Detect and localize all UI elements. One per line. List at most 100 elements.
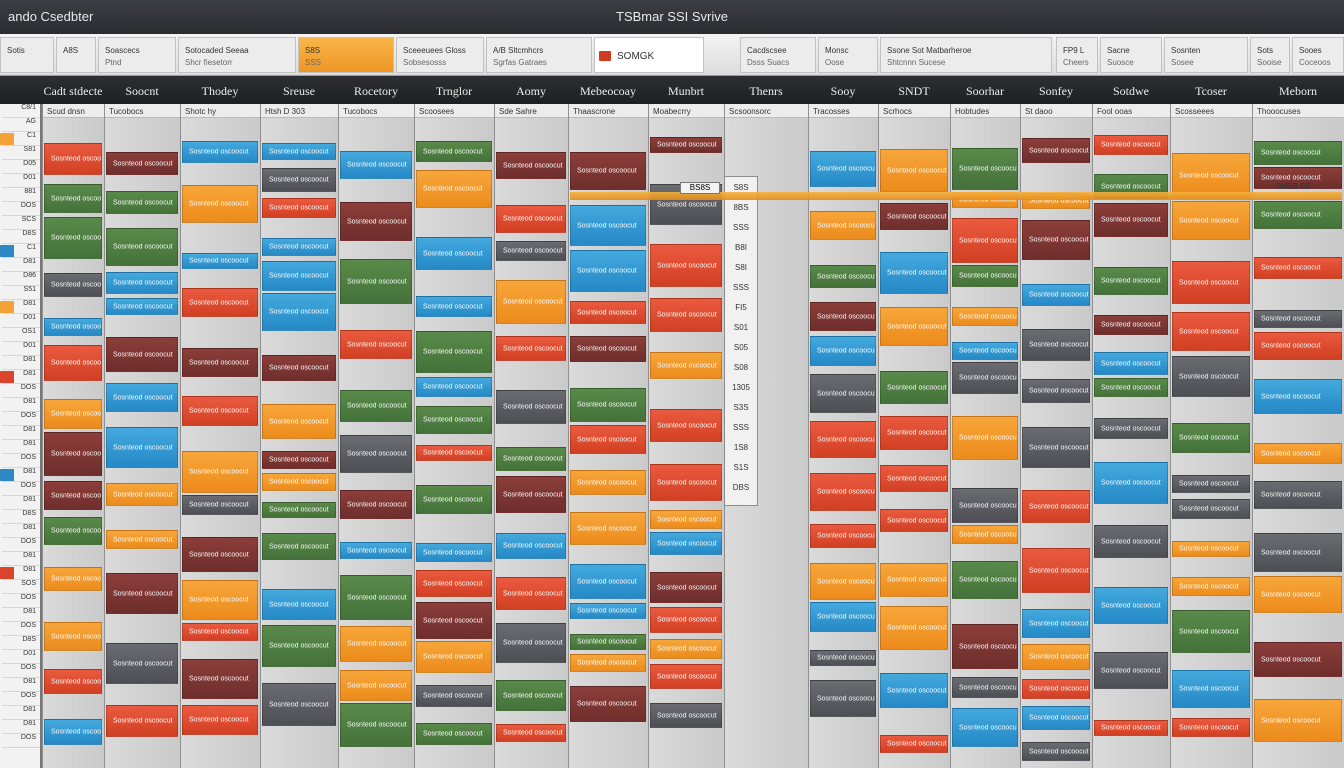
row-label[interactable]: DOS <box>2 384 40 398</box>
schedule-event[interactable]: Sosnteod oscoocut <box>1022 490 1090 523</box>
schedule-event[interactable]: Sosnteod oscoocut <box>262 355 336 381</box>
schedule-event[interactable]: Sosnteod oscoocut <box>570 250 646 292</box>
schedule-event[interactable]: Sosnteod oscoocut <box>262 293 336 331</box>
schedule-event[interactable]: Sosnteod oscoocut <box>810 602 876 632</box>
schedule-event[interactable]: Sosnteod oscoocut <box>650 244 722 287</box>
schedule-event[interactable]: Sosnteod oscoocut <box>650 298 722 332</box>
schedule-event[interactable]: Sosnteod oscoocut <box>496 447 566 471</box>
schedule-event[interactable]: Sosnteod oscoocut <box>810 473 876 511</box>
schedule-event[interactable]: Sosnteod oscoocut <box>1094 203 1168 237</box>
schedule-event[interactable]: Sosnteod oscoocut <box>44 273 102 297</box>
schedule-event[interactable]: Sosnteod oscoocut <box>106 483 178 506</box>
schedule-event[interactable]: Sosnteod oscoocut <box>182 705 258 735</box>
schedule-event[interactable]: Sosnteod oscoocut <box>810 421 876 458</box>
schedule-event[interactable]: Sosnteod oscoocut <box>1094 587 1168 624</box>
schedule-event[interactable]: Sosnteod oscoocut <box>952 561 1018 599</box>
schedule-event[interactable]: Sosnteod oscoocut <box>496 724 566 742</box>
schedule-event[interactable]: Sosnteod oscoocut <box>182 288 258 317</box>
toolbar-button-7[interactable]: SOMGK <box>594 37 704 73</box>
schedule-event[interactable]: Sosnteod oscoocut <box>416 570 492 597</box>
column-header[interactable]: Rocetory <box>338 84 414 99</box>
schedule-event[interactable]: Sosnteod oscoocut <box>650 703 722 728</box>
schedule-event[interactable]: Sosnteod oscoocut <box>1022 138 1090 163</box>
schedule-event[interactable]: Sosnteod oscoocut <box>496 280 566 324</box>
schedule-event[interactable]: Sosnteod oscoocut <box>1172 201 1250 240</box>
schedule-event[interactable]: Sosnteod oscoocut <box>1022 548 1090 593</box>
schedule-event[interactable]: Sosnteod oscoocut <box>44 217 102 259</box>
schedule-event[interactable]: Sosnteod oscoocut <box>1254 443 1342 464</box>
schedule-event[interactable]: Sosnteod oscoocut <box>496 336 566 361</box>
schedule-event[interactable]: Sosnteod oscoocut <box>44 345 102 381</box>
schedule-event[interactable]: Sosnteod oscoocut <box>650 664 722 689</box>
schedule-event[interactable]: Sosnteod oscoocut <box>1094 720 1168 736</box>
column-header[interactable]: Tcoser <box>1170 84 1252 99</box>
schedule-event[interactable]: Sosnteod oscoocut <box>496 241 566 261</box>
schedule-event[interactable]: Sosnteod oscoocut <box>570 470 646 495</box>
schedule-event[interactable]: Sosnteod oscoocut <box>416 723 492 745</box>
schedule-event[interactable]: Sosnteod oscoocut <box>262 451 336 469</box>
schedule-event[interactable]: Sosnteod oscoocut <box>1254 379 1342 414</box>
row-label[interactable]: D81 <box>2 552 40 566</box>
schedule-event[interactable]: Sosnteod oscoocut <box>416 237 492 270</box>
schedule-event[interactable]: Sosnteod oscoocut <box>810 211 876 240</box>
toolbar-button-13[interactable]: Sosnten Sosee <box>1164 37 1248 73</box>
schedule-event[interactable]: Sosnteod oscoocut <box>1172 541 1250 557</box>
schedule-event[interactable]: Sosnteod oscoocut <box>880 149 948 192</box>
row-label[interactable]: DOS <box>2 538 40 552</box>
row-label[interactable]: 881 <box>2 188 40 202</box>
toolbar-button-3[interactable]: Sotocaded Seeaa Shcr fiesetorr <box>178 37 296 73</box>
toolbar-button-4[interactable]: S8S SSS <box>298 37 394 73</box>
schedule-event[interactable]: Sosnteod oscoocut <box>340 490 412 519</box>
row-label[interactable]: D81 <box>2 608 40 622</box>
schedule-event[interactable]: Sosnteod oscoocut <box>106 705 178 737</box>
schedule-event[interactable]: Sosnteod oscoocut <box>106 298 178 315</box>
schedule-event[interactable]: Sosnteod oscoocut <box>1022 220 1090 260</box>
current-time-marker[interactable]: BS8S <box>680 182 720 194</box>
schedule-event[interactable]: Sosnteod oscoocut <box>570 564 646 599</box>
toolbar-button-5[interactable]: Sceeeuees Gloss Sobsesosss <box>396 37 484 73</box>
schedule-event[interactable]: Sosnteod oscoocut <box>416 141 492 162</box>
row-label[interactable]: D01 <box>2 314 40 328</box>
schedule-event[interactable]: Sosnteod oscoocut <box>106 383 178 412</box>
schedule-event[interactable]: Sosnteod oscoocut <box>1022 644 1090 670</box>
schedule-event[interactable]: Sosnteod oscoocut <box>44 184 102 213</box>
schedule-event[interactable]: Sosnteod oscoocut <box>1172 423 1250 453</box>
schedule-event[interactable]: Sosnteod oscoocut <box>262 198 336 218</box>
toolbar-button-0[interactable]: Sotis <box>0 37 54 73</box>
schedule-event[interactable]: Sosnteod oscoocut <box>262 625 336 667</box>
schedule-event[interactable]: Sosnteod oscoocut <box>1094 462 1168 504</box>
schedule-event[interactable]: Sosnteod oscoocut <box>1254 201 1342 229</box>
schedule-event[interactable]: Sosnteod oscoocut <box>44 622 102 651</box>
schedule-event[interactable]: Sosnteod oscoocut <box>416 377 492 397</box>
schedule-event[interactable]: Sosnteod oscoocut <box>340 703 412 747</box>
row-label[interactable]: D01 <box>2 174 40 188</box>
schedule-event[interactable]: Sosnteod oscoocut <box>1094 378 1168 397</box>
schedule-event[interactable]: Sosnteod oscoocut <box>416 485 492 514</box>
schedule-event[interactable]: Sosnteod oscoocut <box>880 416 948 450</box>
column-header[interactable]: SNDT <box>878 84 950 99</box>
row-label[interactable]: DOS <box>2 622 40 636</box>
schedule-event[interactable]: Sosnteod oscoocut <box>262 404 336 439</box>
column-header[interactable]: Trnglor <box>414 84 494 99</box>
schedule-event[interactable]: Sosnteod oscoocut <box>570 634 646 650</box>
row-label[interactable]: D86 <box>2 272 40 286</box>
schedule-event[interactable]: Sosnteod oscoocut <box>340 670 412 701</box>
schedule-event[interactable]: Sosnteod oscoocut <box>182 580 258 620</box>
schedule-event[interactable]: Sosnteod oscoocut <box>1254 576 1342 613</box>
schedule-event[interactable]: Sosnteod oscoocut <box>570 205 646 246</box>
schedule-event[interactable]: Sosnteod oscoocut <box>416 331 492 373</box>
row-label[interactable]: OS1 <box>2 328 40 342</box>
schedule-event[interactable]: Sosnteod oscoocut <box>262 533 336 560</box>
toolbar-button-2[interactable]: Soascecs Ptnd <box>98 37 176 73</box>
schedule-event[interactable]: Sosnteod oscoocut <box>880 307 948 346</box>
column-header[interactable]: Sooy <box>808 84 878 99</box>
schedule-event[interactable]: Sosnteod oscoocut <box>416 685 492 707</box>
row-label[interactable]: D81 <box>2 524 40 538</box>
schedule-event[interactable]: Sosnteod oscoocut <box>570 152 646 190</box>
schedule-event[interactable]: Sosnteod oscoocut <box>106 573 178 614</box>
schedule-event[interactable]: Sosnteod oscoocut <box>570 388 646 422</box>
column-header[interactable]: Sonfey <box>1020 84 1092 99</box>
schedule-event[interactable]: Sosnteod oscoocut <box>340 575 412 620</box>
schedule-event[interactable]: Sosnteod oscoocut <box>1172 610 1250 653</box>
schedule-event[interactable]: Sosnteod oscoocut <box>496 390 566 424</box>
